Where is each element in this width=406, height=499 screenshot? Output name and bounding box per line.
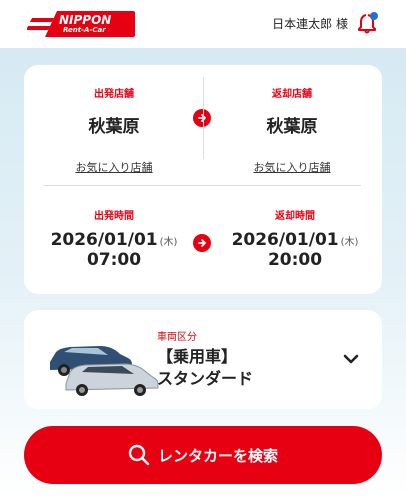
arrow-right-icon xyxy=(193,234,211,252)
departure-date: 2026/01/01 xyxy=(50,230,158,250)
logo-mark-icon xyxy=(27,11,57,37)
nippon-rent-a-car-logo[interactable]: NIPPON Rent-A-Car xyxy=(27,11,135,37)
vehicle-class-line1: 【乗用車】 xyxy=(157,347,238,366)
departure-dow: (木) xyxy=(159,237,178,248)
car-image-icon xyxy=(50,346,159,396)
departure-favorite-link[interactable]: お気に入り店舗 xyxy=(76,161,153,174)
logo-main-text: NIPPON xyxy=(59,13,112,27)
notification-dot xyxy=(370,12,378,20)
search-button-label: レンタカーを検索 xyxy=(157,446,278,465)
search-rental-car-button[interactable]: レンタカーを検索 xyxy=(24,426,382,484)
chevron-down-icon[interactable] xyxy=(342,352,360,366)
return-store-label: 返却店舗 xyxy=(272,89,312,100)
search-icon xyxy=(128,444,150,466)
store-divider xyxy=(203,77,204,159)
return-dow: (木) xyxy=(340,237,359,248)
section-divider xyxy=(43,185,361,186)
return-store[interactable]: 返却店舗 秋葉原 xyxy=(222,85,362,137)
vehicle-class-label: 車両区分 xyxy=(157,332,197,343)
departure-store-name: 秋葉原 xyxy=(88,117,140,137)
return-time[interactable]: 返却時間 2026/01/01 (木) 20:00 xyxy=(214,207,376,270)
return-date: 2026/01/01 xyxy=(231,230,339,250)
return-favorite-link[interactable]: お気に入り店舗 xyxy=(254,161,331,174)
return-time-label: 返却時間 xyxy=(275,211,315,222)
departure-time[interactable]: 出発時間 2026/01/01 (木) 07:00 xyxy=(34,207,194,270)
departure-store-label: 出発店舗 xyxy=(94,89,134,100)
logo-sub-text: Rent-A-Car xyxy=(63,26,106,34)
departure-clock: 07:00 xyxy=(86,250,142,270)
header-bar: NIPPON Rent-A-Car 日本連太郎 様 xyxy=(0,0,406,48)
return-clock: 20:00 xyxy=(267,250,323,270)
user-name[interactable]: 日本連太郎 様 xyxy=(272,15,348,32)
vehicle-class-line2: スタンダード xyxy=(157,369,254,388)
arrow-right-icon xyxy=(193,109,211,127)
vehicle-class-value: 【乗用車】 スタンダード xyxy=(157,346,253,390)
bell-icon[interactable] xyxy=(357,11,379,35)
departure-store[interactable]: 出発店舗 秋葉原 xyxy=(44,85,184,137)
departure-time-label: 出発時間 xyxy=(94,211,134,222)
return-store-name: 秋葉原 xyxy=(266,117,318,137)
